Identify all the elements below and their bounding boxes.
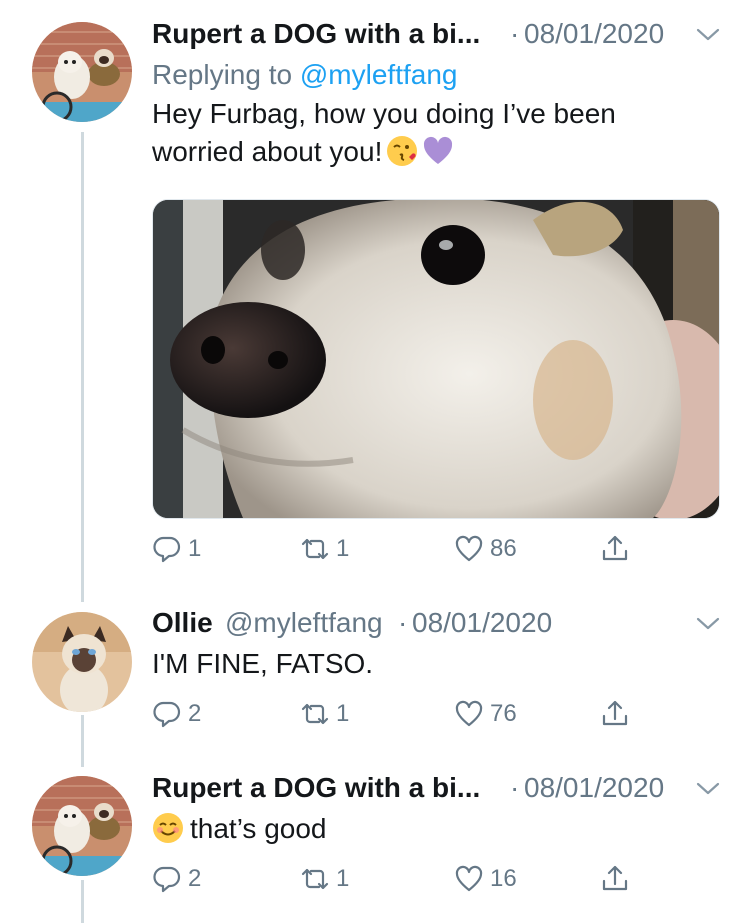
tweet-actions: 1 1 86 bbox=[152, 534, 642, 568]
chevron-down-icon[interactable] bbox=[694, 776, 722, 800]
purple-heart-emoji bbox=[422, 135, 454, 167]
reply-count: 1 bbox=[188, 535, 202, 562]
tweet-photo-dog[interactable] bbox=[152, 199, 720, 519]
like-count: 86 bbox=[490, 535, 517, 562]
reply-button[interactable]: 2 bbox=[152, 864, 201, 894]
retweet-count: 1 bbox=[336, 535, 350, 562]
tweet-1[interactable]: Rupert a DOG with a bi... · 08/01/2020 R… bbox=[152, 18, 722, 171]
tweet-text: that’s good bbox=[152, 810, 722, 848]
replying-handle-link[interactable]: @myleftfang bbox=[300, 59, 458, 90]
author-handle[interactable]: @myleftfang bbox=[225, 607, 383, 639]
tweet-actions: 2 1 16 bbox=[152, 864, 642, 898]
avatar-ollie[interactable] bbox=[32, 612, 132, 712]
tweet-text: Hey Furbag, how you doing I’ve been worr… bbox=[152, 95, 722, 171]
like-button[interactable]: 76 bbox=[454, 699, 517, 729]
chevron-down-icon[interactable] bbox=[694, 611, 722, 635]
thread-line bbox=[81, 715, 84, 767]
reply-button[interactable]: 1 bbox=[152, 534, 201, 564]
like-icon bbox=[455, 535, 483, 562]
retweet-button[interactable]: 1 bbox=[300, 534, 349, 564]
tweet-date[interactable]: 08/01/2020 bbox=[412, 607, 552, 639]
like-button[interactable]: 16 bbox=[454, 864, 517, 894]
separator-dot: · bbox=[510, 18, 520, 49]
share-icon bbox=[602, 700, 628, 726]
reply-icon bbox=[153, 701, 181, 728]
tweet-text-line: Hey Furbag, how you doing I’ve been bbox=[152, 98, 616, 129]
share-button[interactable] bbox=[600, 864, 630, 894]
chevron-down-icon[interactable] bbox=[694, 22, 722, 46]
replying-to: Replying to @myleftfang bbox=[152, 56, 722, 94]
tweet-actions: 2 1 76 bbox=[152, 699, 642, 733]
tweet-text: I'M FINE, FATSO. bbox=[152, 648, 374, 679]
reply-icon bbox=[153, 536, 181, 563]
reply-count: 2 bbox=[188, 700, 202, 727]
thread-line bbox=[81, 880, 84, 923]
retweet-count: 1 bbox=[336, 700, 350, 727]
like-count: 76 bbox=[490, 700, 517, 727]
reply-count: 2 bbox=[188, 865, 202, 892]
avatar-rupert[interactable] bbox=[32, 22, 132, 122]
avatar-rupert[interactable] bbox=[32, 776, 132, 876]
smiling-face-emoji bbox=[152, 812, 184, 844]
retweet-button[interactable]: 1 bbox=[300, 699, 349, 729]
tweet-2[interactable]: Ollie @myleftfang · 08/01/2020 I'M FINE,… bbox=[152, 607, 722, 683]
tweet-text-content: that’s good bbox=[190, 813, 327, 844]
kissing-face-emoji bbox=[386, 135, 418, 167]
share-icon bbox=[602, 865, 628, 891]
tweet-3[interactable]: Rupert a DOG with a bi... · 08/01/2020 t… bbox=[152, 772, 722, 848]
thread-line bbox=[81, 132, 84, 602]
tweet-date[interactable]: 08/01/2020 bbox=[524, 18, 664, 50]
like-icon bbox=[455, 865, 483, 892]
retweet-button[interactable]: 1 bbox=[300, 864, 349, 894]
retweet-icon bbox=[301, 868, 329, 890]
reply-icon bbox=[153, 866, 181, 893]
tweet-text-line: worried about you! bbox=[152, 136, 383, 167]
like-icon bbox=[455, 700, 483, 727]
tweet-date[interactable]: 08/01/2020 bbox=[524, 772, 664, 804]
share-icon bbox=[602, 535, 628, 561]
retweet-icon bbox=[301, 538, 329, 560]
like-button[interactable]: 86 bbox=[454, 534, 517, 564]
retweet-count: 1 bbox=[336, 865, 350, 892]
tweet-text-line-2: worried about you! bbox=[152, 133, 722, 171]
author-name[interactable]: Rupert a DOG with a bi... bbox=[152, 18, 480, 50]
share-button[interactable] bbox=[600, 534, 630, 564]
reply-button[interactable]: 2 bbox=[152, 699, 201, 729]
like-count: 16 bbox=[490, 865, 517, 892]
share-button[interactable] bbox=[600, 699, 630, 729]
replying-prefix: Replying to bbox=[152, 59, 293, 90]
author-name[interactable]: Ollie bbox=[152, 607, 213, 639]
separator-dot: · bbox=[510, 772, 520, 803]
retweet-icon bbox=[301, 703, 329, 725]
separator-dot: · bbox=[398, 607, 408, 638]
author-name[interactable]: Rupert a DOG with a bi... bbox=[152, 772, 480, 804]
